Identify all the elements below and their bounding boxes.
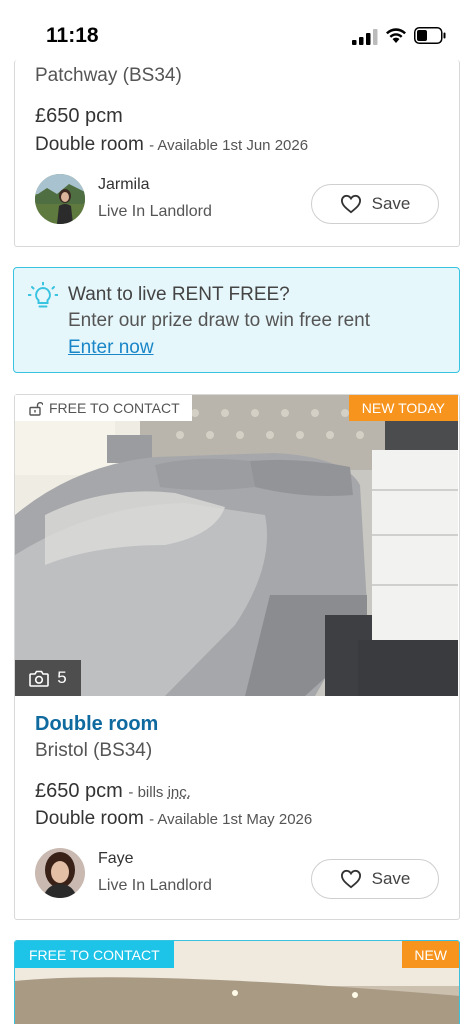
- rent-free-promo: Want to live RENT FREE? Enter our prize …: [13, 267, 460, 373]
- save-label: Save: [371, 869, 411, 888]
- unlock-icon: [29, 401, 43, 416]
- advertiser-role: Live In Landlord: [98, 203, 212, 220]
- avatar: [35, 848, 85, 898]
- new-badge: NEW: [402, 941, 459, 968]
- listing-card[interactable]: Patchway (BS34) £650 pcm Double room - A…: [14, 60, 460, 247]
- photo-count-value: 5: [57, 668, 67, 687]
- save-label: Save: [371, 194, 411, 213]
- promo-text: Enter our prize draw to win free rent: [68, 310, 371, 331]
- listing-card[interactable]: FREE TO CONTACT NEW TODAY 5 Double room …: [14, 394, 460, 920]
- battery-icon: [414, 27, 446, 44]
- wifi-icon: [386, 28, 406, 43]
- status-bar: 11:18: [0, 0, 473, 64]
- listing-location: Bristol (BS34): [35, 740, 153, 761]
- save-button[interactable]: Save: [311, 859, 439, 899]
- advertiser-name: Faye: [98, 850, 134, 867]
- free-to-contact-badge: FREE TO CONTACT: [15, 395, 192, 421]
- listing-price: £650 pcm - bills inc.: [35, 780, 191, 803]
- listing-title[interactable]: Double room: [35, 713, 158, 736]
- avatar: [35, 174, 85, 224]
- listing-photo[interactable]: FREE TO CONTACT NEW TODAY 5: [15, 395, 458, 696]
- advertiser-role: Live In Landlord: [98, 877, 212, 894]
- camera-icon: [29, 670, 50, 687]
- room-type: Double room: [35, 808, 144, 829]
- heart-icon: [340, 869, 361, 889]
- signal-icon: [352, 29, 378, 45]
- status-time: 11:18: [46, 24, 99, 47]
- free-to-contact-badge: FREE TO CONTACT: [15, 941, 174, 968]
- listing-room-line: Double room - Available 1st May 2026: [35, 808, 312, 830]
- lightbulb-icon: [28, 282, 58, 308]
- room-type: Double room: [35, 134, 144, 155]
- listing-location: Patchway (BS34): [35, 65, 182, 86]
- save-button[interactable]: Save: [311, 184, 439, 224]
- availability: - Available 1st May 2026: [149, 811, 313, 828]
- badge-text: FREE TO CONTACT: [49, 400, 180, 416]
- photo-count[interactable]: 5: [15, 660, 81, 696]
- listing-card[interactable]: FREE TO CONTACT NEW: [14, 940, 460, 1024]
- promo-title: Want to live RENT FREE?: [68, 284, 290, 305]
- price-value: £650 pcm: [35, 780, 123, 802]
- listing-room-line: Double room - Available 1st Jun 2026: [35, 134, 308, 156]
- new-today-badge: NEW TODAY: [348, 395, 458, 421]
- heart-icon: [340, 194, 361, 214]
- listing-price: £650 pcm: [35, 105, 123, 127]
- enter-now-link[interactable]: Enter now: [68, 337, 154, 359]
- bills-prefix: - bills: [128, 784, 168, 801]
- bedroom-photo: [15, 395, 458, 696]
- availability: - Available 1st Jun 2026: [149, 137, 309, 154]
- bills-inc[interactable]: inc.: [168, 784, 191, 801]
- advertiser-name: Jarmila: [98, 176, 150, 193]
